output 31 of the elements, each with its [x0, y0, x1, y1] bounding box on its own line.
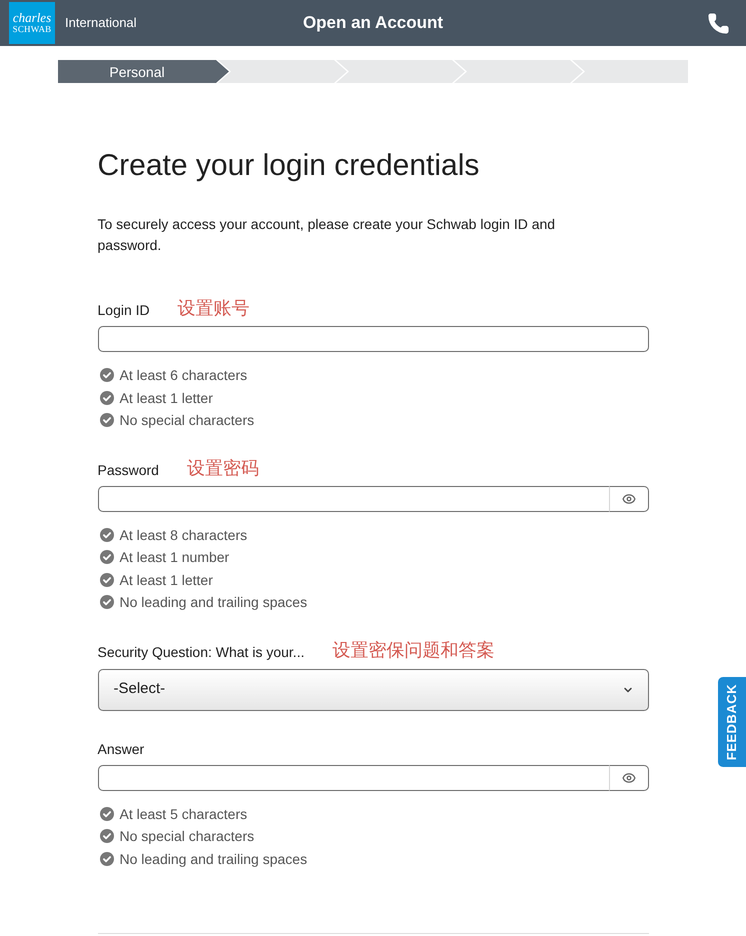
annotation-text: 设置密保问题和答案	[332, 638, 494, 662]
phone-icon[interactable]	[707, 12, 730, 34]
brand-logo[interactable]: charles SCHWAB	[9, 2, 55, 44]
requirement-text: No leading and trailing spaces	[120, 593, 308, 612]
progress-step: Personal	[58, 60, 229, 83]
select-dropdown[interactable]: -Select-	[98, 668, 648, 710]
feedback-tab[interactable]: FEEDBACK	[718, 677, 746, 767]
annotation-text: 设置账号	[178, 297, 250, 320]
field-label: Password	[98, 460, 159, 480]
password-input-field[interactable]	[98, 764, 608, 790]
page-heading: Create your login credentials	[98, 148, 480, 184]
field-label: Login ID	[98, 301, 150, 320]
requirement-text: At least 1 letter	[120, 570, 213, 590]
text-input-field[interactable]	[98, 326, 648, 352]
requirement-text: No leading and trailing spaces	[120, 850, 308, 869]
requirement-text: No special characters	[120, 827, 254, 846]
region-label: International	[65, 14, 137, 32]
requirement-text: At least 5 characters	[120, 804, 248, 824]
show-password-button[interactable]	[608, 764, 648, 790]
password-input-field[interactable]	[98, 486, 608, 512]
requirement-text: At least 1 number	[120, 548, 230, 568]
field-label: Security Question: What is your...	[98, 642, 304, 662]
requirement-text: No special characters	[120, 411, 254, 430]
show-password-button[interactable]	[608, 486, 648, 512]
field-label: Answer	[98, 740, 144, 758]
annotation-text: 设置密码	[186, 456, 259, 480]
page-title: Open an Account	[302, 12, 444, 34]
intro-text: To securely access your account, please create your Schwab login ID and password.	[98, 215, 556, 255]
requirement-text: At least 1 letter	[120, 388, 213, 408]
requirement-text: At least 8 characters	[120, 526, 248, 545]
requirement-text: At least 6 characters	[120, 366, 248, 386]
